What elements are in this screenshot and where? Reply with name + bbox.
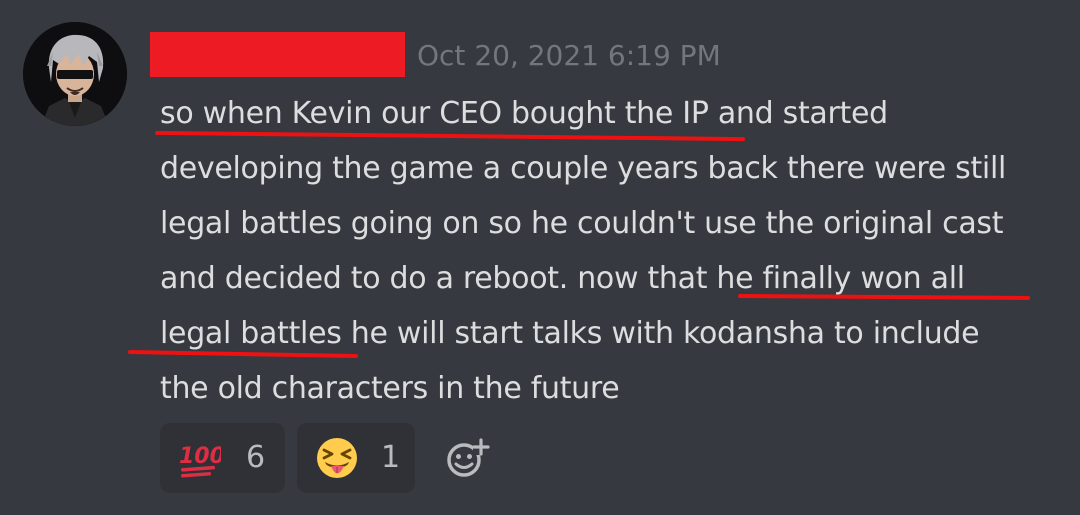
- message-line: developing the game a couple years back …: [160, 151, 1007, 186]
- chat-message: Oct 20, 2021 6:19 PM so when Kevin our C…: [0, 0, 1080, 515]
- svg-text:100: 100: [179, 444, 221, 469]
- squinting-face-with-tongue-icon: [317, 438, 357, 478]
- reaction-hundred-points[interactable]: 100 6: [160, 423, 285, 493]
- avatar[interactable]: [23, 22, 127, 126]
- message-line: the old characters in the future: [160, 371, 620, 406]
- avatar-image: [23, 22, 127, 126]
- reaction-count: 1: [381, 440, 401, 475]
- message-timestamp: Oct 20, 2021 6:19 PM: [417, 39, 721, 72]
- reaction-count: 6: [246, 440, 266, 475]
- add-reaction-icon[interactable]: [445, 435, 491, 481]
- hundred-points-icon: 100: [179, 444, 221, 478]
- reaction-squinting-tongue[interactable]: 1: [297, 423, 415, 493]
- message-line: legal battles going on so he couldn't us…: [160, 206, 1004, 241]
- username-redaction: [150, 32, 405, 77]
